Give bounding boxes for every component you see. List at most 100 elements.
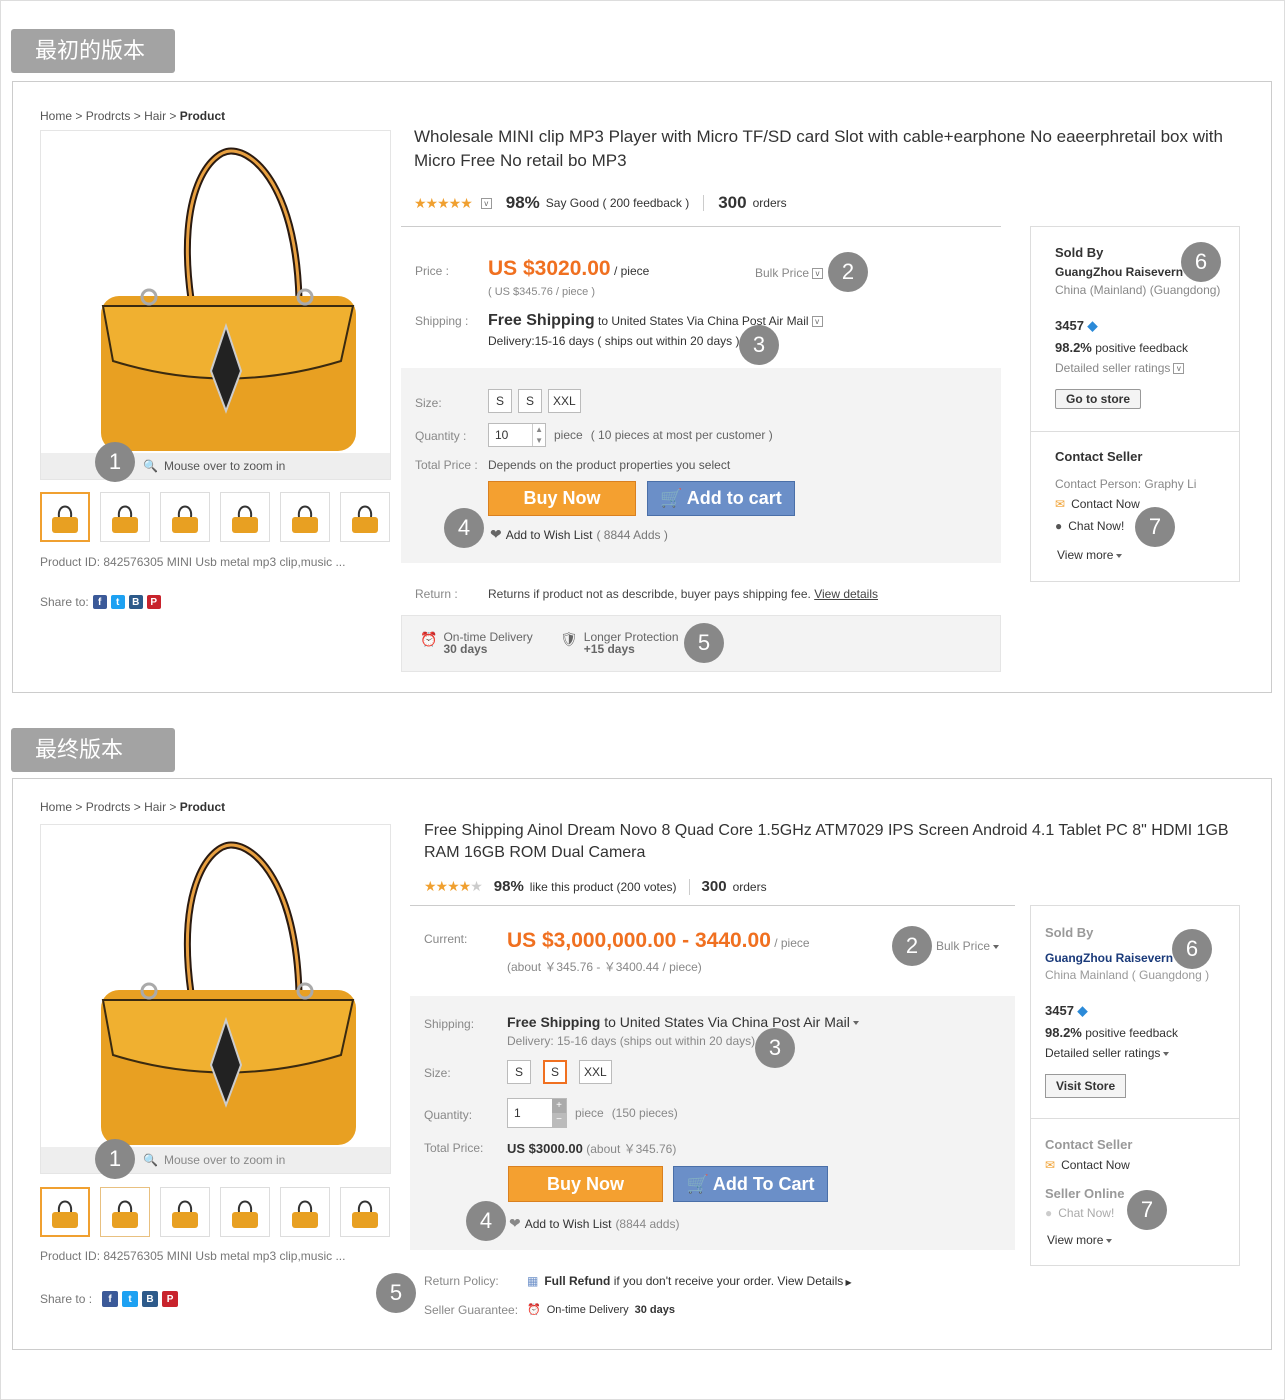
quantity-row: 10 ▲ ▼ piece ( 10 pieces at most per custo… [488, 423, 773, 447]
pinterest-icon[interactable]: P [146, 595, 161, 609]
add-to-cart-button[interactable]: 🛒 Add To Cart [673, 1166, 828, 1202]
thumbnail[interactable] [40, 492, 90, 542]
thumbnail-image [292, 1200, 318, 1228]
seller-name[interactable]: GuangZhou Raisevern [1045, 951, 1173, 965]
chevron-down-icon[interactable]: v [480, 197, 492, 209]
breadcrumb-products[interactable]: Prodrcts [86, 109, 131, 123]
thumbnail[interactable] [100, 492, 150, 542]
quantity-stepper[interactable]: 1 + − [507, 1098, 567, 1128]
view-details-link[interactable]: View details [814, 587, 878, 601]
buy-now-button[interactable]: Buy Now [488, 481, 636, 516]
diamond-icon: ◆ [1087, 318, 1098, 333]
size-option[interactable]: S [518, 389, 542, 413]
thumbnail[interactable] [160, 1187, 210, 1237]
ship-to[interactable]: to United States Via China Post Air Mail [604, 1014, 850, 1030]
thumbnail-image [352, 505, 378, 533]
twitter-icon[interactable]: t [110, 595, 125, 609]
shipping-row: Free Shipping to United States Via China… [507, 1014, 859, 1030]
divider [401, 226, 1001, 227]
breadcrumb-hair[interactable]: Hair [144, 800, 166, 814]
thumbnail[interactable] [160, 492, 210, 542]
breadcrumb: Home > Prodrcts > Hair > Product [40, 109, 226, 123]
pinterest-icon[interactable]: P [162, 1291, 179, 1307]
thumbnail-image [52, 1200, 78, 1228]
caret-down-icon [1163, 1051, 1170, 1056]
chevron-down-icon[interactable]: v [811, 316, 823, 328]
shield-icon: 🛡 [560, 631, 578, 647]
positive-label: positive feedback [1085, 1026, 1178, 1040]
add-to-cart-label: Add to cart [686, 488, 782, 508]
facebook-icon[interactable]: f [102, 1291, 119, 1307]
shipping-label: Shipping: [424, 1017, 475, 1031]
seller-online-heading: Seller Online [1045, 1186, 1125, 1201]
twitter-icon[interactable]: t [122, 1291, 139, 1307]
facebook-icon[interactable]: f [92, 595, 107, 609]
rating-percent: 98% [505, 193, 540, 212]
product-image[interactable]: 🔍 Mouse over to zoom in [40, 824, 391, 1174]
share-row: Share to : f t B P [40, 1291, 179, 1307]
thumbnail-strip [40, 492, 390, 542]
ship-to[interactable]: to United States Via China Post Air Mail [598, 314, 809, 328]
thumbnail[interactable] [220, 1187, 270, 1237]
rating-text[interactable]: like this product (200 votes) [530, 880, 677, 894]
breadcrumb-home[interactable]: Home [40, 800, 72, 814]
handbag-image [101, 841, 356, 1145]
caret-down-icon[interactable] [852, 1021, 859, 1026]
bulk-price[interactable]: Bulk Price v [755, 266, 824, 280]
visit-store-button[interactable]: Visit Store [1045, 1074, 1127, 1098]
view-more-link[interactable]: View more [1047, 1233, 1113, 1247]
bulk-price[interactable]: Bulk Price [936, 939, 1000, 953]
quantity-label: Quantity: [424, 1108, 473, 1122]
quantity-stepper[interactable]: 10 ▲ ▼ [488, 423, 546, 447]
chat-now-link[interactable]: ● Chat Now! [1045, 1206, 1114, 1220]
size-option[interactable]: XXL [548, 389, 581, 413]
shipping-row: Free Shipping to United States Via China… [488, 312, 823, 330]
chat-icon: ● [1055, 519, 1063, 533]
wish-list-link[interactable]: ❤ Add to Wish List (8844 adds) [509, 1215, 679, 1232]
thumbnail[interactable] [280, 492, 330, 542]
minus-icon[interactable]: − [552, 1113, 566, 1127]
thumbnail[interactable] [220, 492, 270, 542]
contact-now-link[interactable]: ✉ Contact Now [1055, 497, 1140, 511]
price-unit: / piece [774, 936, 810, 950]
thumbnail[interactable] [340, 492, 390, 542]
view-more-link[interactable]: View more [1057, 548, 1123, 562]
product-image[interactable]: 🔍 Mouse over to zoom in [40, 130, 391, 480]
orders-count: 300 [718, 193, 747, 212]
handbag-image [101, 147, 356, 451]
thumbnail[interactable] [280, 1187, 330, 1237]
thumbnail[interactable] [100, 1187, 150, 1237]
size-option-selected[interactable]: S [543, 1060, 567, 1084]
detailed-ratings-label: Detailed seller ratings [1045, 1046, 1161, 1060]
breadcrumb-home[interactable]: Home [40, 109, 72, 123]
detailed-ratings[interactable]: Detailed seller ratings v [1055, 361, 1185, 375]
blogger-icon[interactable]: B [142, 1291, 159, 1307]
divider [703, 195, 705, 211]
breadcrumb-products[interactable]: Prodrcts [86, 800, 131, 814]
bulk-price-label: Bulk Price [936, 939, 991, 953]
add-to-cart-button[interactable]: 🛒 Add to cart [647, 481, 795, 516]
size-option[interactable]: S [488, 389, 512, 413]
go-to-store-button[interactable]: Go to store [1055, 389, 1142, 409]
detailed-ratings-label: Detailed seller ratings [1055, 361, 1171, 375]
plus-icon[interactable]: + [552, 1099, 566, 1113]
seller-name[interactable]: GuangZhou Raisevern [1055, 265, 1183, 279]
thumbnail[interactable] [40, 1187, 90, 1237]
envelope-icon: ✉ [1045, 1158, 1056, 1172]
wish-list-link[interactable]: ❤ Add to Wish List ( 8844 Adds ) [490, 526, 668, 543]
thumbnail[interactable] [340, 1187, 390, 1237]
size-option[interactable]: S [507, 1060, 531, 1084]
chat-now-link[interactable]: ● Chat Now! [1055, 519, 1124, 533]
breadcrumb-hair[interactable]: Hair [144, 109, 166, 123]
contact-now-link[interactable]: ✉ Contact Now [1045, 1158, 1130, 1172]
detailed-ratings[interactable]: Detailed seller ratings [1045, 1046, 1170, 1060]
view-details-link[interactable]: View Details [777, 1274, 843, 1288]
blogger-icon[interactable]: B [128, 595, 143, 609]
rating-text[interactable]: Say Good ( 200 feedback ) [546, 196, 689, 210]
size-option[interactable]: XXL [579, 1060, 612, 1084]
size-label: Size: [424, 1066, 451, 1080]
buy-now-button[interactable]: Buy Now [508, 1166, 663, 1202]
price-unit: / piece [613, 264, 650, 278]
stepper-arrows-icon[interactable]: ▲ ▼ [532, 424, 545, 446]
chat-icon: ● [1045, 1206, 1053, 1220]
